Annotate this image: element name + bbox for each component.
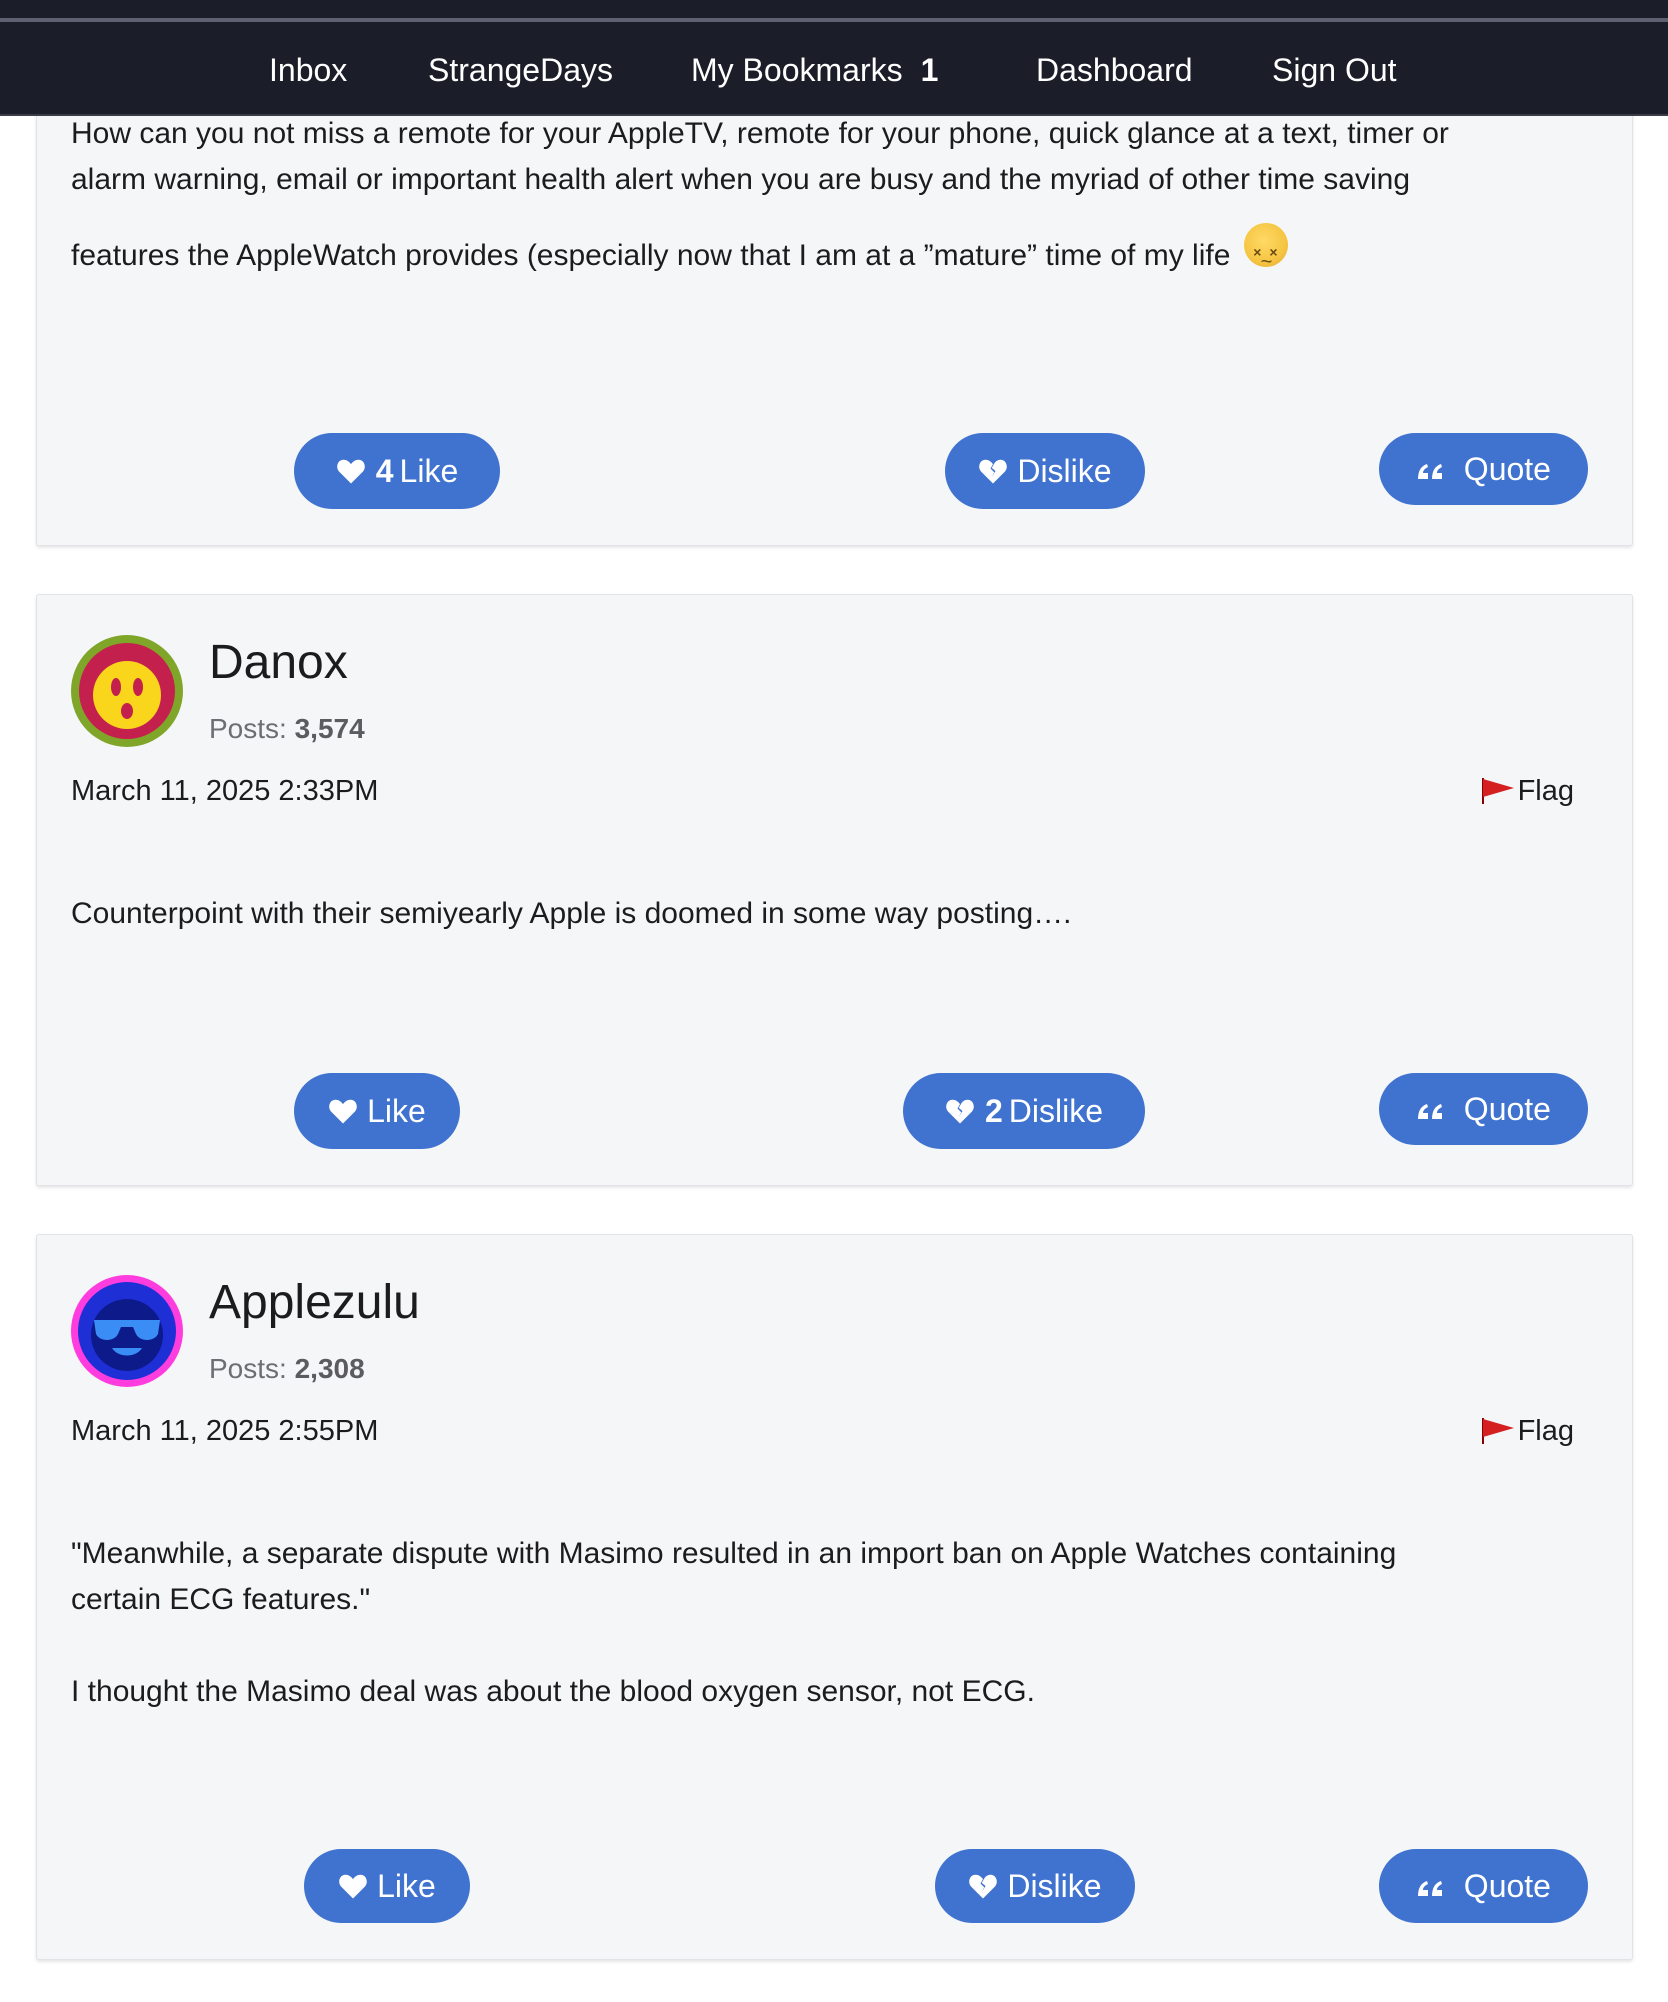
like-button[interactable]: Like [294, 1073, 460, 1149]
posts-count: 2,308 [294, 1353, 365, 1384]
nav-signout-link[interactable]: Sign Out [1272, 48, 1397, 92]
dislike-button[interactable]: 2 Dislike [903, 1073, 1145, 1149]
post-text-line: features the AppleWatch provides (especi… [71, 239, 1231, 272]
like-count: 4 [375, 453, 394, 489]
nav-dashboard-link[interactable]: Dashboard [1036, 48, 1193, 92]
dislike-button[interactable]: Dislike [935, 1849, 1135, 1923]
heart-icon [329, 1099, 358, 1124]
quote-label: Quote [1463, 451, 1551, 487]
post-text-line: How can you not miss a remote for your A… [71, 117, 1449, 150]
quote-button[interactable]: Quote [1379, 433, 1588, 505]
author-name[interactable]: Danox [209, 635, 348, 691]
broken-heart-icon [946, 1099, 974, 1124]
avatar [71, 635, 183, 747]
post-text-line: alarm warning, email or important health… [71, 163, 1410, 196]
dislike-count: 2 [984, 1093, 1003, 1129]
post-text-line-with-emoji: features the AppleWatch provides (especi… [71, 223, 1572, 285]
quote-label: Quote [1463, 1868, 1551, 1904]
avatar [71, 1275, 183, 1387]
post-date: March 11, 2025 2:55PM [71, 1415, 379, 1447]
heart-icon [339, 1874, 368, 1899]
like-label: Like [399, 453, 459, 489]
heart-icon [336, 459, 365, 484]
flag-icon [1481, 778, 1514, 804]
top-nav-bar: Inbox StrangeDays My Bookmarks 1 Dashboar… [0, 0, 1668, 116]
post-body: "Meanwhile, a separate dispute with Masi… [71, 1531, 1572, 1715]
nav-user-link[interactable]: StrangeDays [428, 48, 613, 92]
like-label: Like [377, 1868, 436, 1904]
flag-button[interactable]: Flag [1480, 773, 1574, 809]
flag-label: Flag [1517, 775, 1574, 807]
post-body: How can you not miss a remote for your A… [71, 111, 1572, 285]
post-card: Danox Posts: 3,574 March 11, 2025 2:33PM… [36, 594, 1633, 1186]
flag-button[interactable]: Flag [1480, 1413, 1574, 1449]
like-button[interactable]: 4 Like [294, 433, 500, 509]
quote-label: Quote [1463, 1091, 1551, 1127]
quote-icon [1418, 1104, 1443, 1119]
like-label: Like [367, 1093, 426, 1129]
posts-label: Posts: [209, 1353, 287, 1384]
nav-items: Inbox StrangeDays My Bookmarks 1 Dashboar… [0, 48, 1668, 92]
post-body: Counterpoint with their semiyearly Apple… [71, 897, 1072, 930]
flag-icon [1481, 1418, 1514, 1444]
post-text-line: I thought the Masimo deal was about the … [71, 1675, 1035, 1708]
post-card: Applezulu Posts: 2,308 March 11, 2025 2:… [36, 1234, 1633, 1960]
broken-heart-icon [969, 1874, 998, 1899]
author-post-count: Posts: 3,574 [209, 711, 365, 747]
confounded-face-emoji-icon [1244, 223, 1289, 285]
nav-inbox-link[interactable]: Inbox [269, 48, 347, 92]
dislike-label: Dislike [1007, 1868, 1102, 1904]
post-text-line: "Meanwhile, a separate dispute with Masi… [71, 1537, 1397, 1570]
avatar-sunglasses-face-icon [78, 1282, 176, 1380]
nav-bookmarks-label: My Bookmarks [691, 52, 903, 88]
post-date: March 11, 2025 2:33PM [71, 775, 379, 807]
broken-heart-icon [979, 459, 1008, 484]
like-button[interactable]: Like [304, 1849, 470, 1923]
quote-icon [1418, 464, 1443, 479]
author-name[interactable]: Applezulu [209, 1275, 420, 1331]
posts-count: 3,574 [294, 713, 365, 744]
nav-bookmarks-link[interactable]: My Bookmarks 1 [691, 48, 938, 92]
author-post-count: Posts: 2,308 [209, 1351, 365, 1387]
post-card: How can you not miss a remote for your A… [36, 60, 1633, 546]
posts-label: Posts: [209, 713, 287, 744]
post-text-line: certain ECG features." [71, 1583, 371, 1616]
quote-button[interactable]: Quote [1379, 1073, 1588, 1145]
flag-label: Flag [1517, 1415, 1574, 1447]
bookmarks-count-badge: 1 [920, 52, 939, 88]
quote-button[interactable]: Quote [1379, 1849, 1588, 1923]
avatar-face-icon [79, 643, 175, 739]
dislike-label: Dislike [1008, 1093, 1104, 1129]
dislike-button[interactable]: Dislike [945, 433, 1145, 509]
quote-icon [1418, 1881, 1443, 1896]
dislike-label: Dislike [1017, 453, 1112, 489]
